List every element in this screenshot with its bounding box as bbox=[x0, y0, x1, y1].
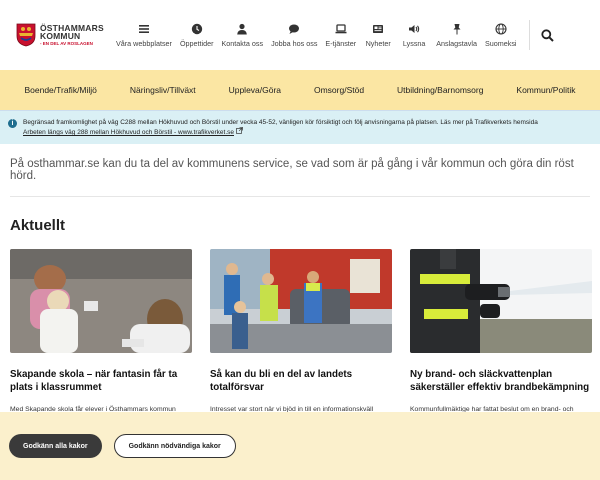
news-card-title: Skapande skola – när fantasin får ta pla… bbox=[10, 369, 178, 394]
intro-text: På osthammar.se kan du ta del av kommune… bbox=[10, 158, 574, 182]
logo-line-2: KOMMUN bbox=[40, 31, 81, 42]
chat-icon bbox=[289, 24, 300, 34]
top-link-anslagstavla[interactable]: Anslagstavla bbox=[432, 23, 481, 48]
speaker-icon bbox=[409, 24, 420, 33]
top-link-suomeksi[interactable]: Suomeksi bbox=[481, 22, 521, 48]
laptop-icon bbox=[335, 23, 347, 33]
top-link-label: Våra webbplatser bbox=[116, 38, 172, 48]
main-navigation: Boende/Trafik/Miljö Näringsliv/Tillväxt … bbox=[0, 70, 600, 110]
top-link-label: Suomeksi bbox=[484, 38, 517, 48]
top-link-label: E-tjänster bbox=[325, 38, 357, 48]
external-link-icon bbox=[235, 127, 243, 135]
top-link-label: Öppettider bbox=[179, 38, 214, 48]
news-image-people-outdoors bbox=[210, 249, 392, 353]
logo-tagline: - EN DEL AV ROSLAGEN bbox=[40, 40, 93, 46]
cookie-consent-bar: Godkänn alla kakor Godkänn nödvändiga ka… bbox=[0, 412, 600, 480]
news-card-title: Så kan du bli en del av landets totalför… bbox=[210, 369, 353, 394]
alert-message: Begränsad framkomlighet på väg C288 mell… bbox=[23, 119, 538, 126]
accept-necessary-cookies-button[interactable]: Godkänn nödvändiga kakor bbox=[113, 434, 236, 458]
header-divider bbox=[528, 20, 530, 50]
news-image-children-crafting bbox=[10, 249, 192, 353]
search-button[interactable] bbox=[538, 25, 558, 45]
nav-utbildning-barnomsorg[interactable]: Utbildning/Barnomsorg bbox=[397, 85, 483, 95]
traffic-alert: i Begränsad framkomlighet på väg C288 me… bbox=[0, 110, 600, 144]
top-link-label: Anslagstavla bbox=[436, 38, 477, 48]
top-link-e-tjanster[interactable]: E-tjänster bbox=[321, 23, 360, 48]
alert-link-text: Arbeten längs väg 288 mellan Hökhuvud oc… bbox=[23, 129, 234, 137]
news-card-brandplan[interactable]: Ny brand- och släckvattenplan säkerställ… bbox=[410, 249, 592, 413]
nav-kommun-politik[interactable]: Kommun/Politik bbox=[516, 85, 575, 95]
search-icon bbox=[541, 28, 554, 42]
clock-icon bbox=[191, 23, 202, 34]
news-heading: Aktuellt bbox=[10, 217, 66, 234]
top-link-jobba-hos-oss[interactable]: Jobba hos oss bbox=[267, 23, 321, 48]
menu-icon bbox=[138, 24, 149, 33]
top-link-label: Nyheter bbox=[365, 38, 391, 48]
pin-icon bbox=[453, 23, 461, 34]
news-image-firefighter-hose bbox=[410, 249, 592, 353]
top-links: Våra webbplatser Öppettider Kontakta oss… bbox=[112, 22, 521, 48]
news-list: Skapande skola – när fantasin får ta pla… bbox=[0, 249, 600, 413]
person-icon bbox=[237, 23, 248, 34]
top-link-label: Lyssna bbox=[402, 38, 426, 48]
top-link-lyssna[interactable]: Lyssna bbox=[396, 23, 432, 48]
alert-text-block: Begränsad framkomlighet på väg C288 mell… bbox=[23, 118, 538, 138]
top-link-vara-webbplatser[interactable]: Våra webbplatser bbox=[112, 23, 176, 48]
coat-of-arms-icon bbox=[16, 23, 36, 47]
top-link-kontakta-oss[interactable]: Kontakta oss bbox=[218, 23, 268, 48]
top-link-oppettider[interactable]: Öppettider bbox=[176, 23, 218, 48]
globe-icon bbox=[495, 22, 507, 35]
top-link-label: Jobba hos oss bbox=[271, 38, 318, 48]
top-link-label: Kontakta oss bbox=[221, 38, 264, 48]
news-card-skapande-skola[interactable]: Skapande skola – när fantasin får ta pla… bbox=[10, 249, 192, 413]
nav-boende-trafik-miljo[interactable]: Boende/Trafik/Miljö bbox=[24, 85, 96, 95]
newspaper-icon bbox=[373, 24, 384, 33]
news-card-title: Ny brand- och släckvattenplan säkerställ… bbox=[410, 369, 590, 394]
accept-all-cookies-button[interactable]: Godkänn alla kakor bbox=[9, 434, 102, 458]
site-header: ÖSTHAMMARS KOMMUN - EN DEL AV ROSLAGEN V… bbox=[0, 0, 600, 70]
alert-link[interactable]: Arbeten längs väg 288 mellan Hökhuvud oc… bbox=[23, 129, 234, 136]
news-card-totalforsvar[interactable]: Så kan du bli en del av landets totalför… bbox=[210, 249, 392, 413]
top-link-nyheter[interactable]: Nyheter bbox=[360, 23, 396, 48]
nav-omsorg-stod[interactable]: Omsorg/Stöd bbox=[314, 85, 364, 95]
info-icon: i bbox=[8, 119, 17, 128]
nav-naringsliv-tillvaxt[interactable]: Näringsliv/Tillväxt bbox=[130, 85, 196, 95]
nav-uppleva-gora[interactable]: Uppleva/Göra bbox=[229, 85, 281, 95]
site-logo[interactable]: ÖSTHAMMARS KOMMUN - EN DEL AV ROSLAGEN bbox=[16, 23, 106, 47]
